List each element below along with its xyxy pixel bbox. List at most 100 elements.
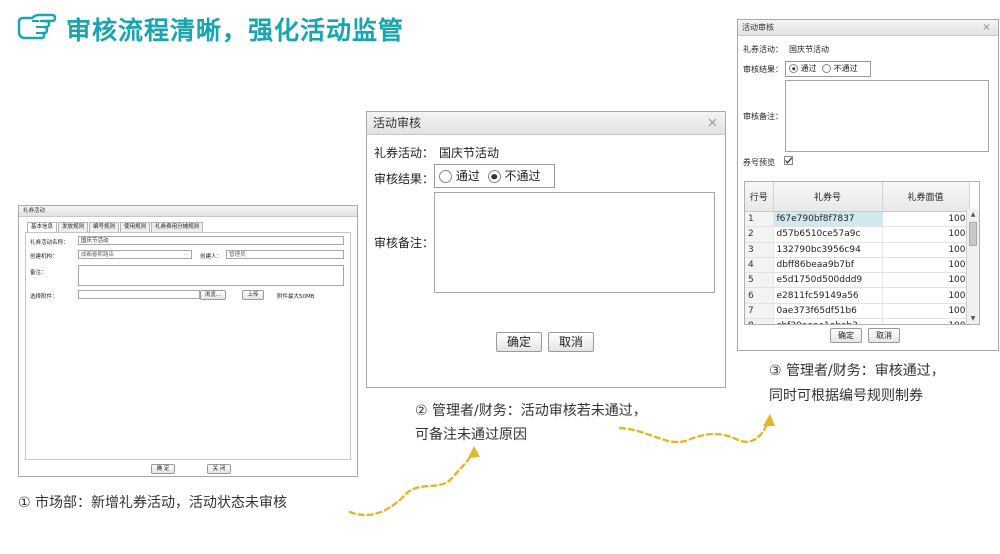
coupon-value: 100 [882, 303, 970, 320]
activity-label: 礼券活动： [374, 146, 435, 160]
column-header-face-value[interactable]: 礼券面值 [882, 182, 970, 212]
result-radio-group: 通过 不通过 [434, 164, 555, 188]
column-header-row-no[interactable]: 行号 [745, 182, 774, 212]
upload-button[interactable]: 上传 [242, 290, 264, 300]
audit-note-textarea[interactable] [785, 80, 989, 152]
creator-value: 管理员 [229, 252, 246, 258]
radio-reject-circle[interactable] [822, 64, 832, 73]
result-label: 审核结果： [374, 172, 435, 186]
grid-scrollbar[interactable]: ▲ ▼ [966, 209, 979, 324]
dialog-title: 活动审核 [742, 23, 774, 32]
table-row[interactable]: 6 e2811fc59149a56 100 [745, 287, 970, 304]
org-input[interactable]: 成都春熙路店 ··· [78, 250, 192, 259]
tab-bar: 基本信息 发放规则 编号规则 使用规则 礼券费用分摊规则 [27, 222, 204, 232]
tab-issue-rules[interactable]: 发放规则 [58, 222, 89, 232]
caption-step-2-line-1: ② 管理者/财务：活动审核若未通过， [415, 403, 647, 419]
ok-button[interactable]: 确 定 [151, 464, 175, 474]
attach-limit-text: 附件最大50MB [277, 294, 315, 300]
close-icon[interactable] [708, 112, 717, 134]
radio-pass-circle[interactable] [439, 170, 452, 183]
radio-reject-label: 不通过 [504, 169, 541, 183]
activity-name-value: 国庆节活动 [81, 238, 109, 244]
radio-pass[interactable]: 通过 [789, 64, 817, 73]
row-number: 8 [745, 318, 774, 324]
row-number: 5 [745, 272, 774, 289]
coupon-value: 100 [882, 272, 970, 289]
activity-value: 国庆节活动 [439, 146, 500, 160]
tab-cost-sharing-rules[interactable]: 礼券费用分摊规则 [151, 222, 204, 232]
coupon-code: f67e790bf8f7837 [773, 211, 883, 228]
ok-button[interactable]: 确定 [496, 332, 542, 352]
preview-label: 券号预览 [743, 158, 775, 167]
table-row[interactable]: 8 cbf30aeae1ebeb3 100 [745, 318, 970, 324]
activity-name-input[interactable]: 国庆节活动 [78, 236, 344, 245]
close-button[interactable]: 关 闭 [207, 464, 231, 474]
radio-reject[interactable]: 不通过 [822, 64, 858, 73]
audit-dialog: 活动审核 礼券活动： 国庆节活动 审核结果： 通过 不通过 审核备注： 确定 取… [366, 111, 726, 388]
radio-reject-circle[interactable] [487, 170, 501, 183]
coupon-value: 100 [882, 226, 970, 243]
radio-reject-label: 不通过 [833, 64, 858, 73]
table-row[interactable]: 4 dbff86beaa9b7bf 100 [745, 257, 970, 274]
coupon-value: 100 [882, 318, 970, 324]
scroll-thumb[interactable] [969, 222, 977, 246]
cancel-button[interactable]: 取消 [868, 328, 900, 343]
creator-input[interactable]: 管理员 [226, 250, 344, 259]
coupon-code: 0ae373f65df51b6 [773, 303, 883, 320]
scroll-down-icon[interactable]: ▼ [967, 313, 979, 324]
activity-name-label: 礼券活动名称： [30, 240, 69, 246]
checkmark-icon [785, 157, 793, 164]
caption-step-2-line-2: 可备注未通过原因 [415, 427, 527, 443]
coupon-code: e2811fc59149a56 [773, 287, 883, 304]
pointing-hand-icon [17, 13, 56, 40]
coupon-code: 132790bc3956c94 [773, 242, 883, 258]
coupon-value: 100 [882, 211, 970, 228]
row-number: 7 [745, 303, 774, 320]
coupon-value: 100 [882, 242, 970, 258]
coupon-code: e5d1750d500ddd9 [773, 272, 883, 289]
activity-label: 礼券活动： [743, 45, 783, 54]
attach-path-input[interactable] [78, 290, 200, 299]
coupon-preview-grid: 行号 礼券号 礼券面值 1 f67e790bf8f7837 100 2 d57b… [744, 181, 980, 325]
table-row[interactable]: 2 d57b6510ce57a9c 100 [745, 226, 970, 243]
scroll-up-icon[interactable]: ▲ [967, 209, 979, 220]
tab-basic-info[interactable]: 基本信息 [27, 222, 58, 232]
activity-value: 国庆节活动 [789, 45, 829, 54]
coupon-code: d57b6510ce57a9c [773, 226, 883, 243]
table-row[interactable]: 3 132790bc3956c94 100 [745, 242, 970, 258]
arrow-step1-to-step2 [348, 448, 476, 517]
tab-usage-rules[interactable]: 使用规则 [120, 222, 151, 232]
caption-step-3-line-2: 同时可根据编号规则制券 [769, 388, 923, 404]
result-radio-group: 通过 不通过 [785, 61, 871, 77]
tab-numbering-rules[interactable]: 编号规则 [89, 222, 120, 232]
coupon-code: cbf30aeae1ebeb3 [773, 318, 883, 324]
table-row[interactable]: 7 0ae373f65df51b6 100 [745, 303, 970, 320]
radio-pass-circle[interactable] [789, 64, 798, 73]
cancel-button[interactable]: 取消 [548, 332, 594, 352]
preview-checkbox[interactable] [784, 156, 793, 165]
note-label: 备注： [30, 270, 47, 276]
ok-button[interactable]: 确定 [830, 328, 862, 343]
creator-label: 创建人： [200, 254, 223, 260]
audit-note-textarea[interactable] [434, 192, 715, 293]
coupon-activity-window: 礼券活动 基本信息 发放规则 编号规则 使用规则 礼券费用分摊规则 礼券活动名称… [18, 205, 358, 477]
radio-pass-label: 通过 [455, 169, 480, 183]
table-row[interactable]: 5 e5d1750d500ddd9 100 [745, 272, 970, 289]
org-picker-button[interactable]: ··· [184, 251, 189, 259]
caption-step-1: ① 市场部：新增礼券活动，活动状态未审核 [18, 495, 287, 511]
browse-button[interactable]: 浏览... [200, 290, 226, 300]
note-textarea[interactable] [78, 265, 344, 286]
radio-reject[interactable]: 不通过 [487, 169, 541, 183]
dialog-titlebar: 活动审核 [367, 112, 725, 135]
coupon-value: 100 [882, 257, 970, 274]
table-row[interactable]: 1 f67e790bf8f7837 100 [745, 211, 970, 228]
arrow-head-icon [763, 414, 775, 426]
org-value: 成都春熙路店 [81, 252, 115, 258]
basic-info-panel: 礼券活动名称： 国庆节活动 创建机构： 成都春熙路店 ··· 创建人： 管理员 … [25, 232, 351, 460]
close-icon[interactable] [983, 20, 990, 35]
dialog-titlebar: 活动审核 [738, 20, 998, 36]
note-label: 审核备注： [374, 236, 435, 250]
column-header-coupon-no[interactable]: 礼券号 [773, 182, 883, 212]
radio-pass-label: 通过 [800, 64, 817, 73]
radio-pass[interactable]: 通过 [439, 169, 480, 183]
